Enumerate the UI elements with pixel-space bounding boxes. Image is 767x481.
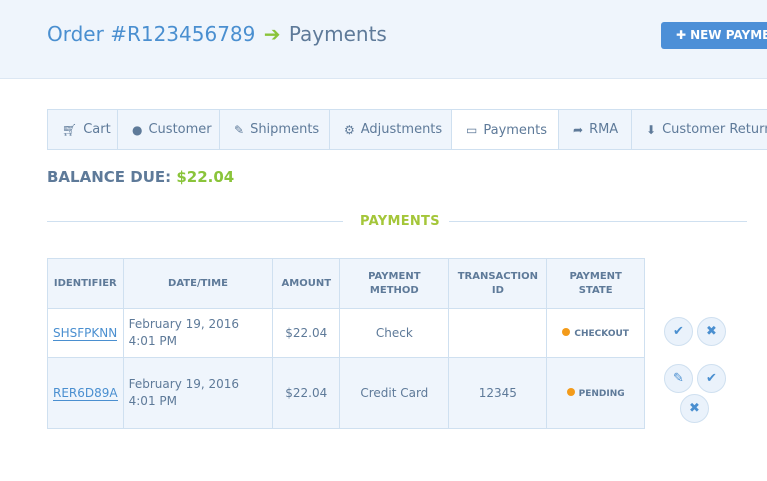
page-subtitle: Payments xyxy=(288,22,387,46)
table-row: SHSFPKNN February 19, 2016 4:01 PM $22.0… xyxy=(47,308,645,358)
credit-card-icon: ▭ xyxy=(466,123,478,137)
table-header-row: IDENTIFIER DATE/TIME AMOUNT PAYMENT METH… xyxy=(47,258,645,309)
state-badge: PENDING xyxy=(566,387,625,399)
void-button[interactable]: ✖ xyxy=(680,394,709,423)
share-icon: ➦ xyxy=(573,122,584,137)
plus-icon: ✚ xyxy=(676,28,687,42)
order-link[interactable]: Order #R123456789 xyxy=(47,22,255,46)
tab-adjustments[interactable]: ⚙ Adjustments xyxy=(329,109,451,150)
col-identifier: IDENTIFIER xyxy=(47,258,124,309)
close-icon: ✖ xyxy=(706,324,717,339)
state-cell: CHECKOUT xyxy=(546,308,645,358)
identifier-cell: SHSFPKNN xyxy=(47,308,124,358)
payments-table: IDENTIFIER DATE/TIME AMOUNT PAYMENT METH… xyxy=(47,258,645,429)
edit-icon: ✎ xyxy=(234,122,245,137)
balance-amount: $22.04 xyxy=(176,168,235,186)
tab-rma[interactable]: ➦ RMA xyxy=(558,109,631,150)
cogs-icon: ⚙ xyxy=(344,122,355,137)
col-transaction-id: TRANSACTION ID xyxy=(448,258,548,309)
tab-label: Adjustments xyxy=(360,122,443,137)
tab-label: Customer xyxy=(148,122,212,137)
check-icon: ✔ xyxy=(673,324,684,339)
datetime-cell: February 19, 2016 4:01 PM xyxy=(122,357,274,429)
section-divider-right xyxy=(449,221,747,222)
transaction-cell: 12345 xyxy=(448,357,548,429)
tab-label: Customer Returns xyxy=(662,122,767,137)
tab-cart[interactable]: 🛒︎ Cart xyxy=(47,109,117,150)
close-icon: ✖ xyxy=(689,401,700,416)
download-icon: ⬇ xyxy=(646,122,657,137)
state-label: PENDING xyxy=(578,388,625,399)
tab-label: RMA xyxy=(589,122,619,137)
section-divider-left xyxy=(47,221,343,222)
state-dot-icon xyxy=(562,327,571,336)
col-datetime: DATE/TIME xyxy=(122,258,274,309)
balance-label: BALANCE DUE: xyxy=(47,168,172,186)
state-dot-icon xyxy=(566,387,575,396)
tabs-divider xyxy=(47,149,767,150)
datetime-cell: February 19, 2016 4:01 PM xyxy=(122,308,274,358)
col-payment-method: PAYMENT METHOD xyxy=(339,258,450,309)
table-row: RER6D89A February 19, 2016 4:01 PM $22.0… xyxy=(47,357,645,429)
cart-icon: 🛒︎ xyxy=(62,122,78,137)
tab-shipments[interactable]: ✎ Shipments xyxy=(219,109,329,150)
state-cell: PENDING xyxy=(546,357,645,429)
capture-button[interactable]: ✔ xyxy=(697,364,726,393)
method-cell: Credit Card xyxy=(339,357,450,429)
tab-label: Cart xyxy=(83,122,111,137)
amount-cell: $22.04 xyxy=(272,308,341,358)
state-badge: CHECKOUT xyxy=(562,327,629,339)
col-payment-state: PAYMENT STATE xyxy=(546,258,645,309)
tab-customer-returns[interactable]: ⬇ Customer Returns xyxy=(631,109,767,150)
page-title: Order #R123456789 ➔ Payments xyxy=(47,22,387,46)
identifier-cell: RER6D89A xyxy=(47,357,124,429)
identifier-link[interactable]: RER6D89A xyxy=(53,385,118,401)
transaction-cell xyxy=(448,308,548,358)
tab-label: Shipments xyxy=(250,122,320,137)
state-label: CHECKOUT xyxy=(574,328,629,339)
new-payment-button[interactable]: ✚NEW PAYMENT xyxy=(661,22,767,49)
page-header: Order #R123456789 ➔ Payments ✚NEW PAYMEN… xyxy=(0,0,767,79)
check-icon: ✔ xyxy=(706,371,717,386)
balance-due: BALANCE DUE: $22.04 xyxy=(47,168,234,186)
method-cell: Check xyxy=(339,308,450,358)
order-tabs: 🛒︎ Cart ● Customer ✎ Shipments ⚙ Adjustments… xyxy=(47,109,767,150)
tab-payments[interactable]: ▭ Payments xyxy=(451,109,558,150)
identifier-link[interactable]: SHSFPKNN xyxy=(53,325,118,341)
tab-customer[interactable]: ● Customer xyxy=(117,109,219,150)
edit-payment-button[interactable]: ✎ xyxy=(664,364,693,393)
section-title: PAYMENTS xyxy=(360,214,440,229)
user-icon: ● xyxy=(132,122,143,137)
arrow-right-icon: ➔ xyxy=(263,22,281,46)
tab-label: Payments xyxy=(483,122,548,138)
edit-icon: ✎ xyxy=(673,371,684,386)
new-payment-label: NEW PAYMENT xyxy=(690,28,767,42)
void-button[interactable]: ✖ xyxy=(697,317,726,346)
capture-button[interactable]: ✔ xyxy=(664,317,693,346)
amount-cell: $22.04 xyxy=(272,357,341,429)
col-amount: AMOUNT xyxy=(272,258,341,309)
